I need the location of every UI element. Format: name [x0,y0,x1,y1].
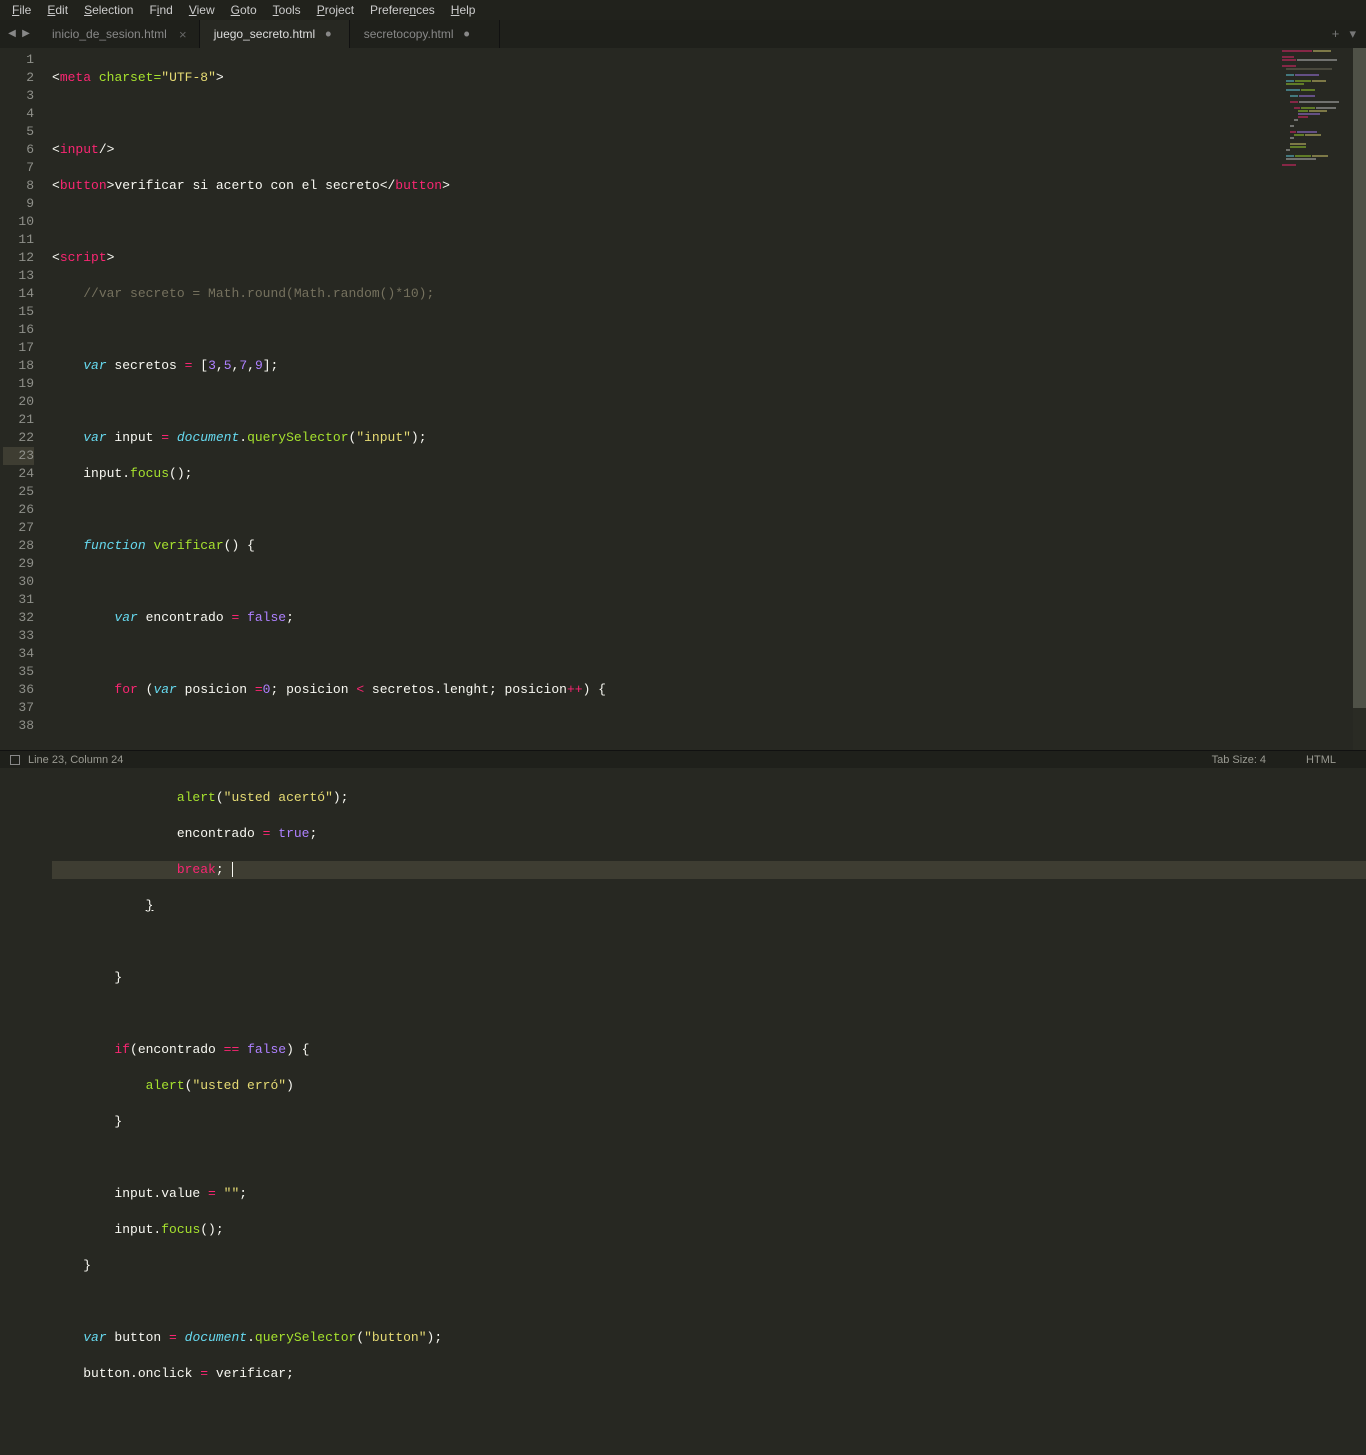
code-area[interactable]: <meta charset="UTF-8"> <input/> <button>… [52,48,1366,750]
line-number[interactable]: 6 [3,141,34,159]
scroll-thumb[interactable] [1353,48,1366,708]
status-bar: Line 23, Column 24 Tab Size: 4 HTML [0,750,1366,768]
menu-tools[interactable]: Tools [265,1,309,19]
line-number[interactable]: 37 [3,699,34,717]
line-number[interactable]: 30 [3,573,34,591]
line-number[interactable]: 38 [3,717,34,735]
menu-bar: File Edit Selection Find View Goto Tools… [0,0,1366,20]
line-number[interactable]: 2 [3,69,34,87]
line-number[interactable]: 11 [3,231,34,249]
line-number[interactable]: 26 [3,501,34,519]
line-number[interactable]: 3 [3,87,34,105]
line-number[interactable]: 8 [3,177,34,195]
editor: 1234567891011121314151617181920212223242… [0,48,1366,750]
tab-label: inicio_de_sesion.html [52,27,167,41]
line-number[interactable]: 4 [3,105,34,123]
line-number[interactable]: 10 [3,213,34,231]
tab-overflow-icon[interactable]: ▾ [1349,27,1356,42]
tab-inicio-de-sesion[interactable]: inicio_de_sesion.html × [38,20,200,48]
line-number[interactable]: 21 [3,411,34,429]
menu-project[interactable]: Project [309,1,362,19]
line-number[interactable]: 33 [3,627,34,645]
tab-secretocopy[interactable]: secretocopy.html • [350,20,500,48]
line-number[interactable]: 7 [3,159,34,177]
menu-preferences[interactable]: Preferences [362,1,443,19]
line-number[interactable]: 15 [3,303,34,321]
panel-switcher-icon[interactable] [10,755,20,765]
syntax-mode[interactable]: HTML [1306,754,1336,766]
line-number[interactable]: 20 [3,393,34,411]
line-number[interactable]: 17 [3,339,34,357]
line-number[interactable]: 12 [3,249,34,267]
line-number[interactable]: 9 [3,195,34,213]
menu-file[interactable]: File [4,1,39,19]
tab-juego-secreto[interactable]: juego_secreto.html • [200,20,350,48]
line-number[interactable]: 16 [3,321,34,339]
tab-nav: ◀ ▶ [0,28,38,40]
menu-selection[interactable]: Selection [76,1,141,19]
line-number[interactable]: 1 [3,51,34,69]
line-number[interactable]: 28 [3,537,34,555]
menu-find[interactable]: Find [141,1,180,19]
tab-size[interactable]: Tab Size: 4 [1212,754,1266,766]
tab-history-back-icon[interactable]: ◀ [6,28,18,40]
vertical-scrollbar[interactable] [1353,48,1366,750]
line-number[interactable]: 34 [3,645,34,663]
menu-view[interactable]: View [181,1,223,19]
line-number[interactable]: 22 [3,429,34,447]
line-number[interactable]: 25 [3,483,34,501]
tab-bar: ◀ ▶ inicio_de_sesion.html × juego_secret… [0,20,1366,48]
line-number[interactable]: 13 [3,267,34,285]
close-icon[interactable]: × [177,27,189,42]
line-number[interactable]: 14 [3,285,34,303]
menu-edit[interactable]: Edit [39,1,76,19]
menu-help[interactable]: Help [443,1,484,19]
line-number[interactable]: 29 [3,555,34,573]
tab-history-forward-icon[interactable]: ▶ [20,28,32,40]
line-number[interactable]: 27 [3,519,34,537]
line-number[interactable]: 36 [3,681,34,699]
line-number[interactable]: 23 [3,447,34,465]
line-number[interactable]: 32 [3,609,34,627]
line-number-gutter[interactable]: 1234567891011121314151617181920212223242… [0,48,52,750]
tab-bar-actions: + ▾ [1332,27,1366,42]
line-number[interactable]: 31 [3,591,34,609]
tab-label: juego_secreto.html [214,27,315,41]
line-number[interactable]: 19 [3,375,34,393]
line-number[interactable]: 24 [3,465,34,483]
line-number[interactable]: 18 [3,357,34,375]
line-number[interactable]: 5 [3,123,34,141]
text-cursor [232,862,233,877]
menu-goto[interactable]: Goto [223,1,265,19]
line-number[interactable]: 35 [3,663,34,681]
cursor-position[interactable]: Line 23, Column 24 [28,754,123,766]
new-tab-icon[interactable]: + [1332,27,1340,42]
tab-label: secretocopy.html [364,27,454,41]
